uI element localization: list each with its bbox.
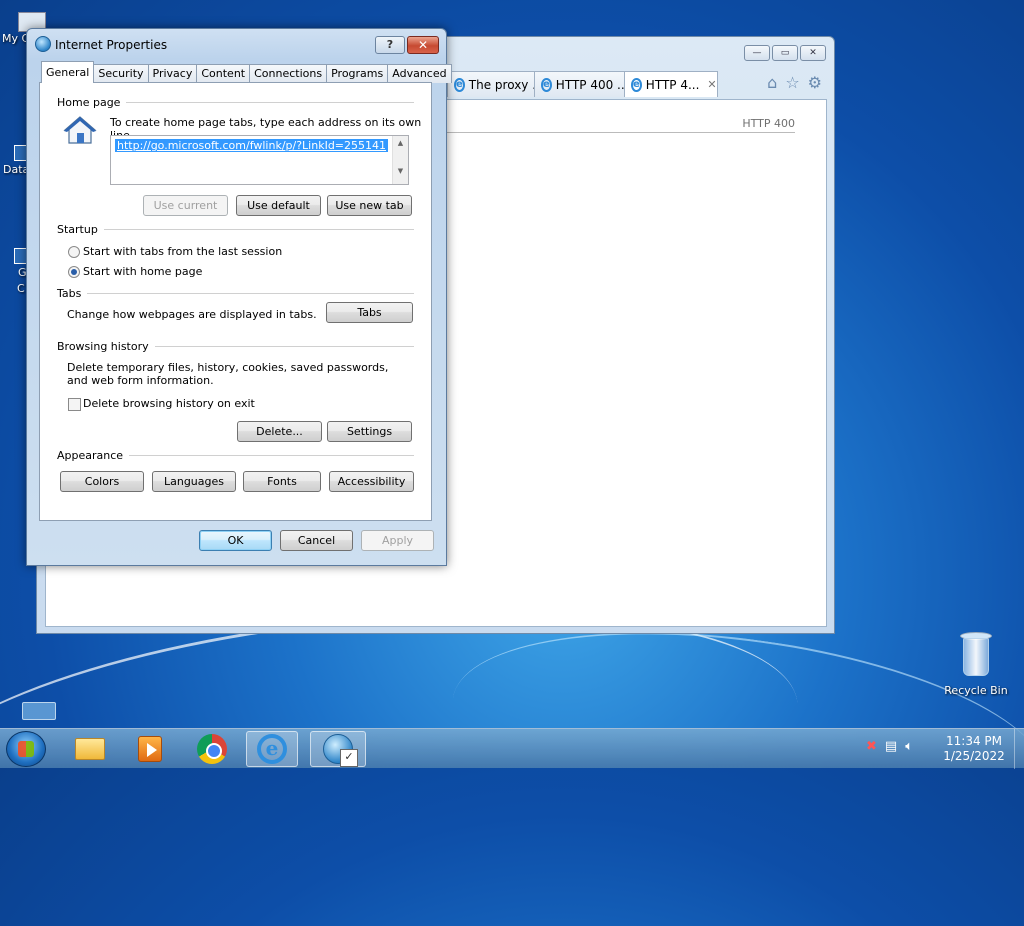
radio-last-session-label[interactable]: Start with tabs from the last session — [83, 245, 282, 258]
recycle-bin-icon — [957, 630, 995, 678]
internet-properties-icon — [35, 36, 51, 52]
clock-time: 11:34 PM — [946, 734, 1002, 748]
system-tray: ✖ ▤ 🔈︎ — [866, 739, 913, 754]
action-center-icon[interactable]: ▤ — [885, 739, 897, 754]
use-default-button[interactable]: Use default — [236, 195, 321, 216]
browser-tab-http400-1[interactable]: e HTTP 400 ... — [534, 71, 628, 97]
taskbar-windows-explorer[interactable] — [64, 731, 116, 767]
history-settings-button[interactable]: Settings — [327, 421, 412, 442]
accessibility-button[interactable]: Accessibility — [329, 471, 414, 492]
desktop-icon-recycle-bin[interactable]: Recycle Bin — [940, 630, 1012, 697]
browser-toolbar-icons: ⌂ ☆ ⚙ — [767, 73, 822, 92]
colors-button[interactable]: Colors — [60, 471, 144, 492]
scroll-down-icon[interactable]: ▼ — [393, 167, 408, 175]
radio-home-page-label[interactable]: Start with home page — [83, 265, 202, 278]
taskbar-internet-properties[interactable] — [310, 731, 366, 767]
home-page-group-heading: Home page — [57, 96, 414, 109]
tabs-heading: Tabs — [57, 287, 82, 300]
home-page-textarea[interactable]: http://go.microsoft.com/fwlink/p/?LinkId… — [110, 135, 409, 185]
tab-label: HTTP 4... — [645, 77, 700, 92]
network-error-icon[interactable]: ✖ — [866, 739, 877, 754]
ie-page-icon: e — [631, 77, 642, 92]
tab-privacy[interactable]: Privacy — [147, 64, 198, 83]
tabs-group-heading: Tabs — [57, 287, 414, 300]
internet-explorer-icon: e — [257, 734, 287, 764]
taskbar-chrome[interactable] — [186, 731, 238, 767]
appearance-group-heading: Appearance — [57, 449, 414, 462]
home-page-house-icon — [63, 116, 97, 144]
home-icon[interactable]: ⌂ — [767, 73, 777, 92]
tab-close-icon[interactable]: ✕ — [707, 78, 716, 91]
appearance-heading: Appearance — [57, 449, 124, 462]
tools-gear-icon[interactable]: ⚙ — [808, 73, 822, 92]
recycle-bin-label: Recycle Bin — [944, 684, 1008, 697]
ok-button[interactable]: OK — [199, 530, 272, 551]
start-button[interactable] — [6, 731, 46, 767]
tab-content[interactable]: Content — [196, 64, 251, 83]
show-desktop-button[interactable] — [1014, 729, 1024, 769]
scroll-up-icon[interactable]: ▲ — [393, 139, 408, 147]
cancel-button[interactable]: Cancel — [280, 530, 353, 551]
home-page-url: http://go.microsoft.com/fwlink/p/?LinkId… — [115, 139, 389, 152]
page-heading: HTTP 400 — [410, 117, 795, 133]
desktop-icon-label-c: C — [17, 282, 25, 295]
clock-date: 1/25/2022 — [943, 749, 1005, 763]
use-new-tab-button[interactable]: Use new tab — [327, 195, 412, 216]
taskbar: e ✖ ▤ 🔈︎ 11:34 PM 1/25/2022 — [0, 728, 1024, 769]
help-button[interactable]: ? — [375, 36, 405, 54]
internet-properties-icon — [323, 734, 358, 767]
home-page-scrollbar[interactable]: ▲ ▼ — [392, 136, 408, 184]
minimize-button[interactable]: — — [744, 45, 770, 61]
restore-button[interactable]: ▭ — [772, 45, 798, 61]
media-player-icon — [138, 736, 162, 762]
startup-heading: Startup — [57, 223, 98, 236]
tab-label: HTTP 400 ... — [555, 77, 629, 92]
browser-tab-http400-2[interactable]: e HTTP 4... ✕ — [624, 71, 718, 97]
dialog-tab-strip: General Security Privacy Content Connect… — [41, 61, 452, 83]
radio-home-page[interactable] — [68, 266, 80, 278]
tab-general[interactable]: General — [41, 61, 95, 83]
tabs-settings-button[interactable]: Tabs — [326, 302, 413, 323]
tab-connections[interactable]: Connections — [249, 64, 328, 83]
taskbar-media-player[interactable] — [124, 731, 176, 767]
browser-tab-proxy[interactable]: e The proxy ... — [447, 71, 544, 97]
chrome-icon — [197, 734, 227, 764]
languages-button[interactable]: Languages — [152, 471, 236, 492]
volume-icon[interactable]: 🔈︎ — [905, 739, 913, 754]
startup-group-heading: Startup — [57, 223, 414, 236]
browsing-history-group-heading: Browsing history — [57, 340, 414, 353]
tab-advanced[interactable]: Advanced — [387, 64, 452, 83]
internet-properties-dialog: Internet Properties ? ✕ General Security… — [26, 28, 452, 566]
radio-last-session[interactable] — [68, 246, 80, 258]
dialog-title: Internet Properties — [55, 38, 168, 52]
tab-programs[interactable]: Programs — [326, 64, 389, 83]
delete-history-button[interactable]: Delete... — [237, 421, 322, 442]
close-button[interactable]: ✕ — [800, 45, 826, 61]
folder-icon — [75, 738, 105, 760]
taskbar-internet-explorer[interactable]: e — [246, 731, 298, 767]
apply-button[interactable]: Apply — [361, 530, 434, 551]
tab-label: The proxy ... — [468, 77, 544, 92]
clock[interactable]: 11:34 PM 1/25/2022 — [936, 734, 1012, 764]
delete-on-exit-label[interactable]: Delete browsing history on exit — [83, 397, 255, 410]
delete-on-exit-checkbox[interactable] — [68, 398, 81, 411]
fonts-button[interactable]: Fonts — [243, 471, 321, 492]
gadget-thumbnail — [22, 702, 56, 720]
browsing-history-description: Delete temporary files, history, cookies… — [67, 361, 389, 387]
tabs-description: Change how webpages are displayed in tab… — [67, 308, 317, 321]
browsing-history-heading: Browsing history — [57, 340, 149, 353]
tab-security[interactable]: Security — [93, 64, 149, 83]
use-current-button[interactable]: Use current — [143, 195, 228, 216]
ie-page-icon: e — [454, 77, 465, 92]
ie-page-icon: e — [541, 77, 552, 92]
dialog-close-button[interactable]: ✕ — [407, 36, 439, 54]
browser-window-controls: — ▭ ✕ — [744, 45, 826, 61]
home-page-heading: Home page — [57, 96, 121, 109]
favorites-star-icon[interactable]: ☆ — [785, 73, 799, 92]
